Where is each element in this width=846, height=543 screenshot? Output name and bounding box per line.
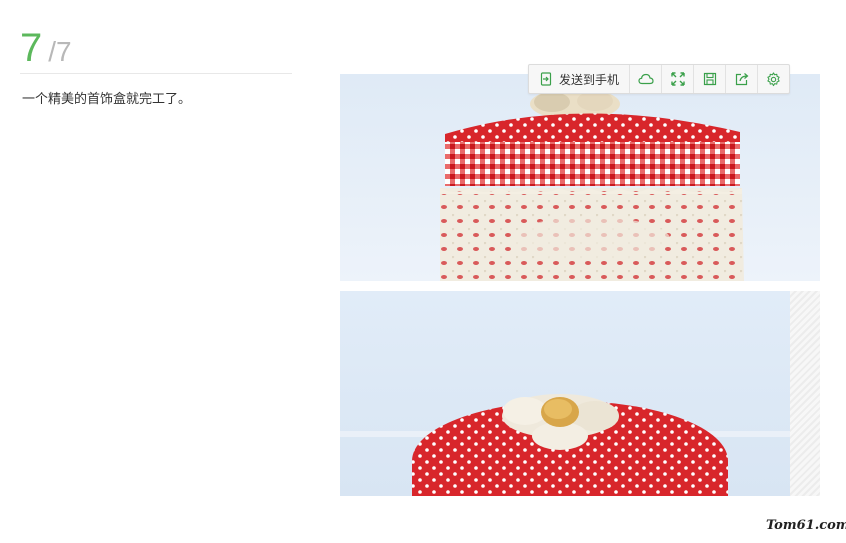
share-icon — [735, 72, 749, 86]
fullscreen-icon — [670, 72, 685, 86]
fullscreen-button[interactable] — [661, 65, 693, 93]
send-to-phone-icon — [539, 72, 553, 86]
step-counter: 7/7 — [20, 28, 72, 68]
divider — [20, 73, 292, 74]
share-button[interactable] — [725, 65, 757, 93]
send-to-phone-button[interactable]: 发送到手机 — [529, 65, 629, 93]
save-button[interactable] — [693, 65, 725, 93]
image-edge-placeholder — [790, 291, 820, 496]
image-toolbar: 发送到手机 — [528, 64, 791, 94]
cloud-icon — [637, 73, 654, 85]
cloud-button[interactable] — [629, 65, 661, 93]
settings-icon — [766, 71, 781, 87]
settings-button[interactable] — [757, 65, 789, 93]
send-to-phone-label: 发送到手机 — [559, 72, 620, 87]
total-steps: /7 — [48, 36, 72, 67]
save-icon — [703, 72, 717, 86]
step-description: 一个精美的首饰盒就完工了。 — [22, 92, 192, 107]
step-photo-1 — [340, 74, 820, 281]
current-step-number: 7 — [20, 26, 43, 70]
site-watermark: Tom61.com — [766, 518, 846, 533]
step-photo-2 — [340, 291, 790, 496]
